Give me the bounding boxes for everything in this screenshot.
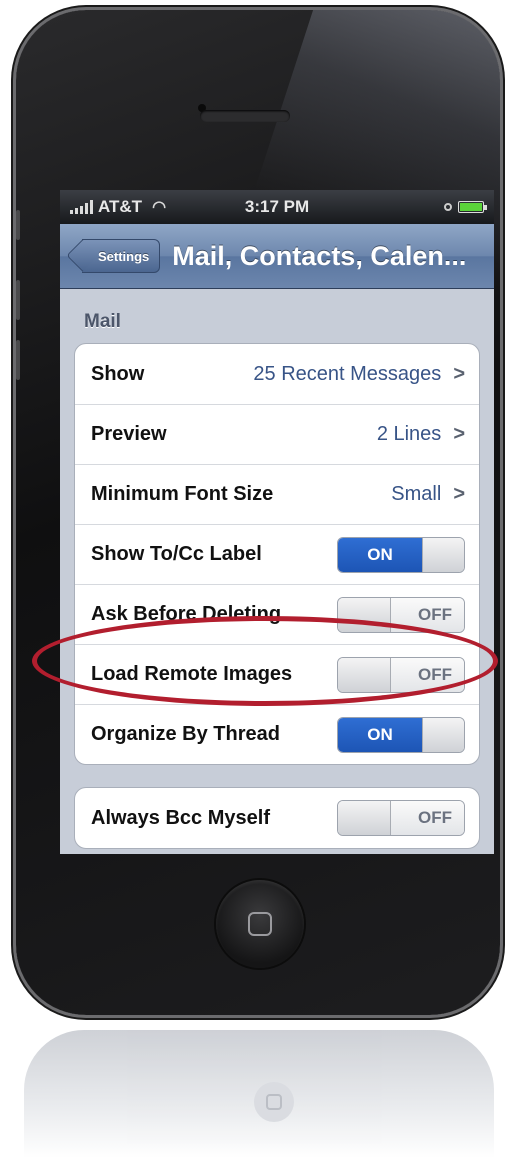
row-label: Load Remote Images [91,663,293,685]
row-value: 25 Recent Messages [253,362,442,385]
toggle-knob [338,657,391,692]
row-label: Show To/Cc Label [91,543,262,565]
phone-screen: AT&T ◠ 3:17 PM Settings Mail, Contacts, … [60,190,494,854]
toggle-state: ON [338,537,422,572]
home-square-icon [266,1094,282,1110]
home-button[interactable] [216,880,304,968]
load-remote-images-row: Load Remote Images OFF [75,644,479,704]
status-bar: AT&T ◠ 3:17 PM [60,190,494,224]
always-bcc-myself-row: Always Bcc Myself OFF [75,788,479,848]
battery-icon [458,201,487,213]
phone-body: AT&T ◠ 3:17 PM Settings Mail, Contacts, … [16,10,500,1015]
row-value: Small [391,483,442,505]
back-button-label: Settings [98,248,150,264]
mail-settings-group: Show 25 Recent Messages > Preview 2 Line… [74,343,480,765]
chevron-right-icon: > [453,483,465,505]
chevron-right-icon: > [453,423,465,445]
status-time: 3:17 PM [244,197,310,216]
row-label: Show [91,362,145,385]
volume-down-button [16,340,20,380]
row-label: Minimum Font Size [91,483,274,505]
ask-before-deleting-row: Ask Before Deleting OFF [75,584,479,644]
toggle-state: OFF [391,657,464,692]
toggle-knob [422,537,464,572]
chevron-right-icon: > [453,362,465,385]
ask-before-deleting-toggle[interactable]: OFF [337,596,465,633]
toggle-state: OFF [391,597,464,632]
section-header-mail: Mail [84,311,121,332]
row-label: Ask Before Deleting [91,603,282,625]
mute-switch [16,210,20,240]
row-label: Always Bcc Myself [91,806,270,829]
row-label: Preview [91,423,167,445]
volume-up-button [16,280,20,320]
always-bcc-myself-toggle[interactable]: OFF [337,800,465,836]
navigation-bar: Settings Mail, Contacts, Calen... [60,224,494,289]
row-value: 2 Lines [376,423,442,445]
earpiece-speaker [200,110,290,122]
toggle-state: ON [338,717,422,752]
back-button[interactable]: Settings [82,239,161,273]
page-title: Mail, Contacts, Calen... [172,240,467,271]
show-to-cc-toggle[interactable]: ON [337,536,465,573]
show-row[interactable]: Show 25 Recent Messages > [75,344,479,404]
bcc-settings-group: Always Bcc Myself OFF [74,787,480,849]
phone-reflection [24,1030,494,1158]
reflection-home-button [254,1082,294,1122]
organize-by-thread-row: Organize By Thread ON [75,704,479,764]
home-square-icon [248,912,272,936]
row-label: Organize By Thread [91,723,280,745]
toggle-state: OFF [391,801,464,835]
show-to-cc-label-row: Show To/Cc Label ON [75,524,479,584]
preview-row[interactable]: Preview 2 Lines > [75,404,479,464]
toggle-knob [338,597,391,632]
organize-by-thread-toggle[interactable]: ON [337,716,465,753]
toggle-knob [338,801,391,835]
load-remote-images-toggle[interactable]: OFF [337,656,465,693]
minimum-font-size-row[interactable]: Minimum Font Size Small > [75,464,479,524]
toggle-knob [422,717,464,752]
